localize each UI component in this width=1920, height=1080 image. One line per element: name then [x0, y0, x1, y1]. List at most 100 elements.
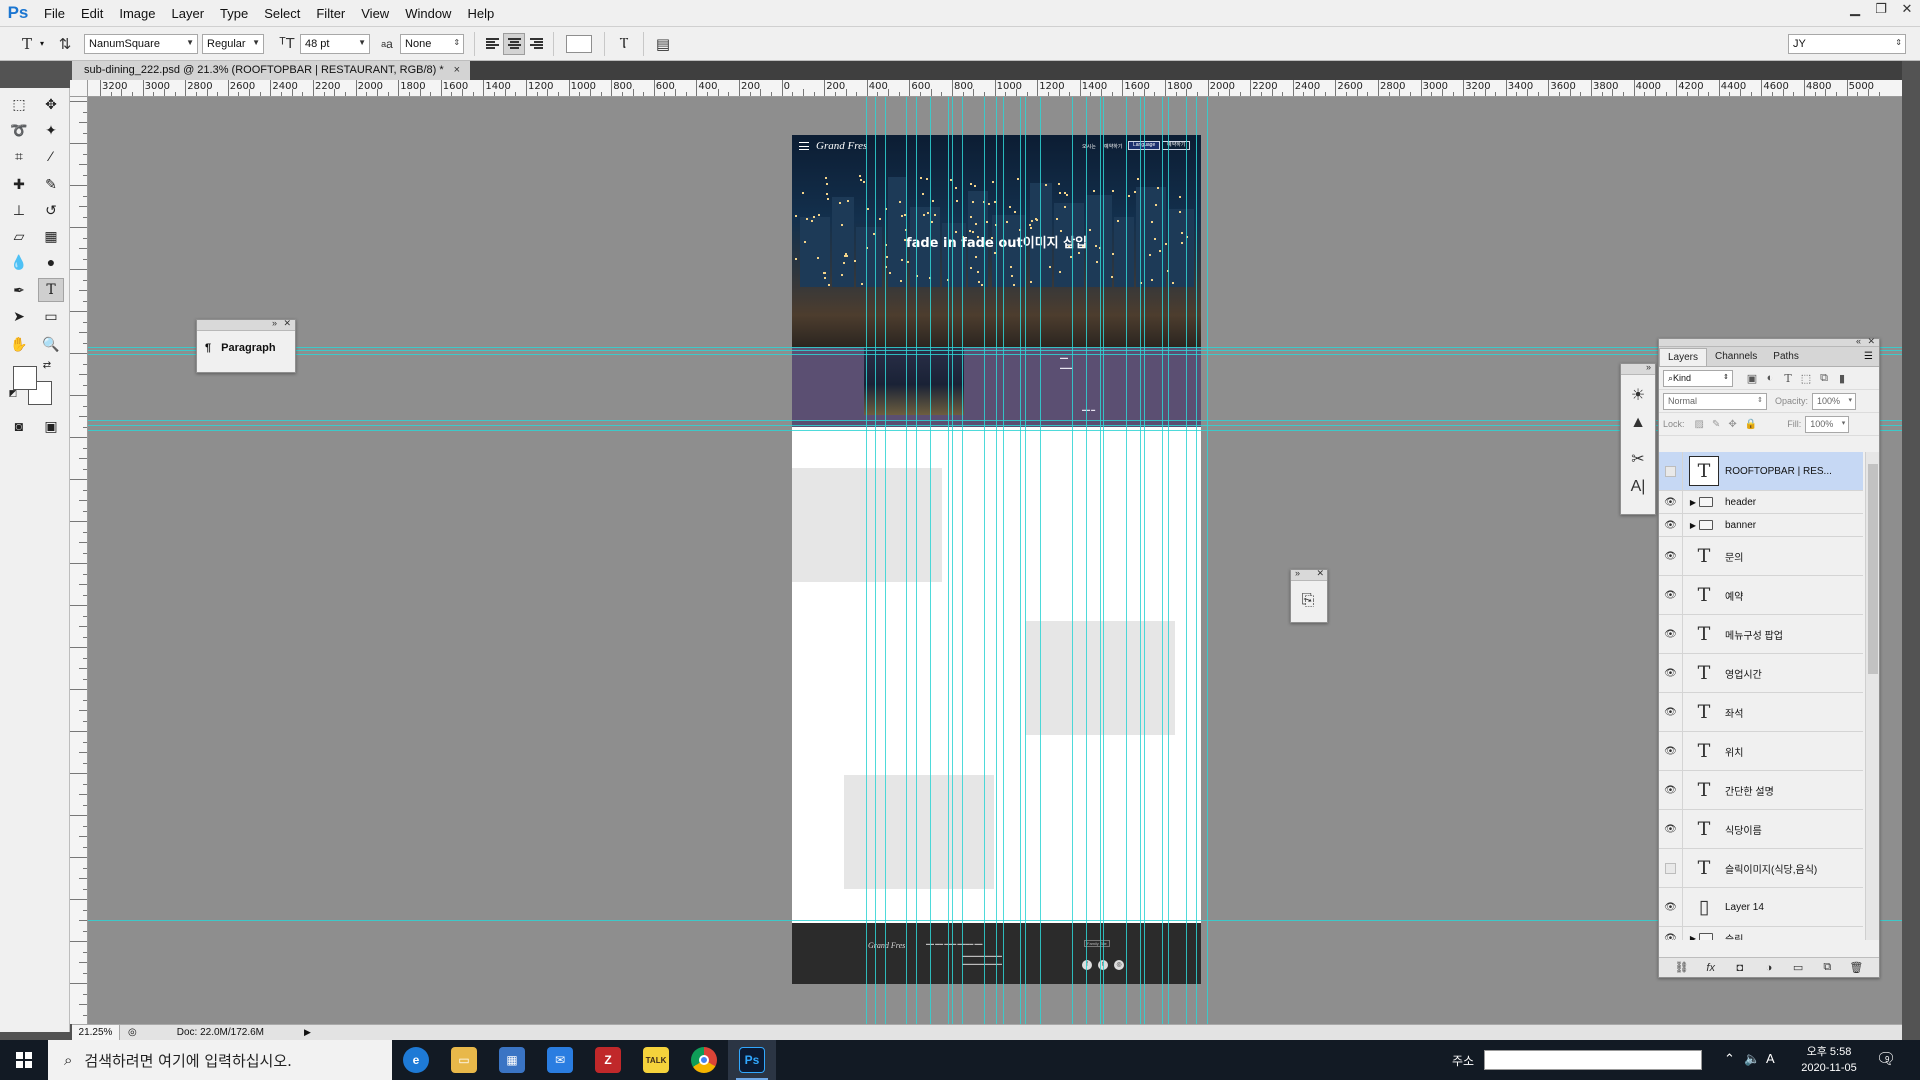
type-tool-icon[interactable]: T: [38, 278, 64, 302]
hand-tool-icon[interactable]: ✋: [6, 332, 32, 356]
guide-line[interactable]: [1020, 97, 1021, 1024]
history-brush-tool-icon[interactable]: ↺: [38, 198, 64, 222]
visibility-off-box[interactable]: [1659, 452, 1683, 490]
menu-help[interactable]: Help: [459, 0, 502, 27]
dodge-tool-icon[interactable]: ●: [38, 250, 64, 274]
taskbar-app-kakaotalk[interactable]: TALK: [632, 1040, 680, 1080]
guide-line[interactable]: [948, 97, 949, 1024]
layer-row[interactable]: 👁 T 메뉴구성 팝업: [1659, 615, 1863, 654]
workspace-select[interactable]: JY ⇕: [1788, 34, 1906, 54]
quick-mask-icon[interactable]: ◙: [6, 414, 32, 438]
layer-row[interactable]: T 슬릭이미지(식당,음식): [1659, 849, 1863, 888]
notification-center-button[interactable]: 🗨 9: [1876, 1049, 1898, 1071]
guide-line[interactable]: [906, 97, 907, 1024]
ruler-origin[interactable]: [70, 80, 88, 97]
fill-input[interactable]: 100% ▾: [1805, 415, 1850, 433]
layer-row[interactable]: T ROOFTOPBAR | RES...: [1659, 452, 1863, 491]
visibility-eye-icon[interactable]: 👁: [1659, 576, 1683, 614]
eraser-tool-icon[interactable]: ▱: [6, 224, 32, 248]
guide-line[interactable]: [1162, 97, 1163, 1024]
canvas-area[interactable]: Grand Fres 오시는 예약하기 Language 예약하기 fade i…: [88, 97, 1902, 1024]
visibility-eye-icon[interactable]: 👁: [1659, 615, 1683, 653]
swap-colors-icon[interactable]: ⇄: [40, 358, 54, 372]
menu-view[interactable]: View: [353, 0, 397, 27]
visibility-eye-icon[interactable]: 👁: [1659, 810, 1683, 848]
menu-type[interactable]: Type: [212, 0, 256, 27]
guide-line[interactable]: [996, 97, 997, 1024]
guide-line[interactable]: [1196, 97, 1197, 1024]
crop-tool-icon[interactable]: ⌗: [6, 144, 32, 168]
tray-overflow-icon[interactable]: ⌃: [1724, 1051, 1735, 1067]
guide-line[interactable]: [885, 97, 886, 1024]
adjustments-icon[interactable]: ☀: [1621, 381, 1655, 409]
menu-select[interactable]: Select: [256, 0, 308, 27]
character-panel-toggle-icon[interactable]: ▤: [650, 31, 676, 57]
vertical-ruler[interactable]: [70, 97, 88, 1024]
font-size-select[interactable]: 48 pt ▼: [300, 33, 371, 54]
text-orientation-icon[interactable]: ⇅: [52, 31, 78, 57]
filter-toggle-icon[interactable]: ▮: [1833, 369, 1851, 387]
blend-mode-select[interactable]: Normal ⇕: [1663, 392, 1767, 410]
panel-header[interactable]: »: [1621, 362, 1655, 375]
visibility-eye-icon[interactable]: 👁: [1659, 491, 1683, 513]
layer-row[interactable]: 👁 T 예약: [1659, 576, 1863, 615]
guide-line[interactable]: [88, 347, 1902, 348]
guide-line[interactable]: [88, 350, 1902, 351]
visibility-eye-icon[interactable]: 👁: [1659, 888, 1683, 926]
ime-indicator[interactable]: A: [1766, 1051, 1775, 1066]
lock-position-icon[interactable]: ✥: [1728, 419, 1736, 430]
expand-panel-icon[interactable]: »: [1295, 568, 1300, 578]
taskbar-app-store[interactable]: ▦: [488, 1040, 536, 1080]
align-right-button[interactable]: [525, 33, 547, 55]
new-group-icon[interactable]: ▭: [1788, 961, 1808, 974]
tab-paths[interactable]: Paths: [1765, 348, 1807, 366]
add-mask-icon[interactable]: ◘: [1730, 962, 1750, 974]
warp-text-icon[interactable]: Ⲧ: [611, 31, 637, 57]
tool-presets-icon[interactable]: ✂: [1621, 445, 1655, 473]
antialias-select[interactable]: None ⇕: [400, 33, 465, 54]
guide-line[interactable]: [88, 354, 1902, 355]
visibility-off-box[interactable]: [1659, 849, 1683, 887]
magic-wand-tool-icon[interactable]: ✦: [38, 118, 64, 142]
filter-kind-select[interactable]: ⌕ Kind ⇕: [1663, 369, 1733, 387]
expand-panel-icon[interactable]: »: [1646, 362, 1651, 372]
guide-line[interactable]: [1186, 97, 1187, 1024]
tab-channels[interactable]: Channels: [1707, 348, 1765, 366]
document-tab[interactable]: sub-dining_222.psd @ 21.3% (ROOFTOPBAR |…: [72, 61, 471, 80]
guide-line[interactable]: [952, 97, 953, 1024]
menu-file[interactable]: File: [36, 0, 73, 27]
text-color-swatch[interactable]: [566, 34, 593, 53]
visibility-eye-icon[interactable]: 👁: [1659, 927, 1683, 940]
histogram-icon[interactable]: ▲: [1621, 409, 1655, 437]
layer-row[interactable]: 👁 T 위치: [1659, 732, 1863, 771]
filter-pixel-icon[interactable]: ▣: [1743, 369, 1761, 387]
paragraph-panel-button[interactable]: ¶ Paragraph: [205, 337, 287, 359]
taskbar-app-chrome[interactable]: [680, 1040, 728, 1080]
opacity-input[interactable]: 100% ▾: [1812, 392, 1857, 410]
delete-layer-icon[interactable]: 🗑: [1846, 961, 1866, 974]
new-layer-icon[interactable]: ⧉: [1817, 961, 1837, 974]
expand-group-icon[interactable]: ▶: [1687, 498, 1699, 507]
horizontal-ruler[interactable]: 3200 3000 2800 2600 2400 2200 2000 1800 1600 1400…: [88, 80, 1902, 97]
adjustment-layer-icon[interactable]: ◑: [1759, 962, 1779, 974]
guide-line[interactable]: [1003, 97, 1004, 1024]
panel-header[interactable]: » ✕: [197, 318, 295, 331]
panel-menu-icon[interactable]: ☰: [1864, 351, 1873, 362]
align-left-button[interactable]: [481, 33, 503, 55]
screen-mode-icon[interactable]: ▣: [38, 414, 64, 438]
lock-image-icon[interactable]: ✎: [1712, 419, 1720, 430]
visibility-eye-icon[interactable]: 👁: [1659, 732, 1683, 770]
eyedropper-tool-icon[interactable]: ⁄: [38, 144, 64, 168]
zoom-level-field[interactable]: 21.25%: [72, 1024, 120, 1041]
pen-tool-icon[interactable]: ✒: [6, 278, 32, 302]
glyph-panel-icon[interactable]: ⎘: [1291, 587, 1325, 615]
marquee-tool-icon[interactable]: ⬚: [6, 92, 32, 116]
taskbar-app-edge[interactable]: e: [392, 1040, 440, 1080]
guide-line[interactable]: [1100, 97, 1101, 1024]
taskbar-search[interactable]: ⌕ 검색하려면 여기에 입력하십시오.: [48, 1040, 392, 1080]
layer-row[interactable]: 👁 T 좌석: [1659, 693, 1863, 732]
guide-line[interactable]: [875, 97, 876, 1024]
layer-row[interactable]: 👁 ▶ header: [1659, 491, 1863, 514]
layer-style-icon[interactable]: fx: [1701, 962, 1721, 974]
healing-brush-tool-icon[interactable]: ✚: [6, 172, 32, 196]
